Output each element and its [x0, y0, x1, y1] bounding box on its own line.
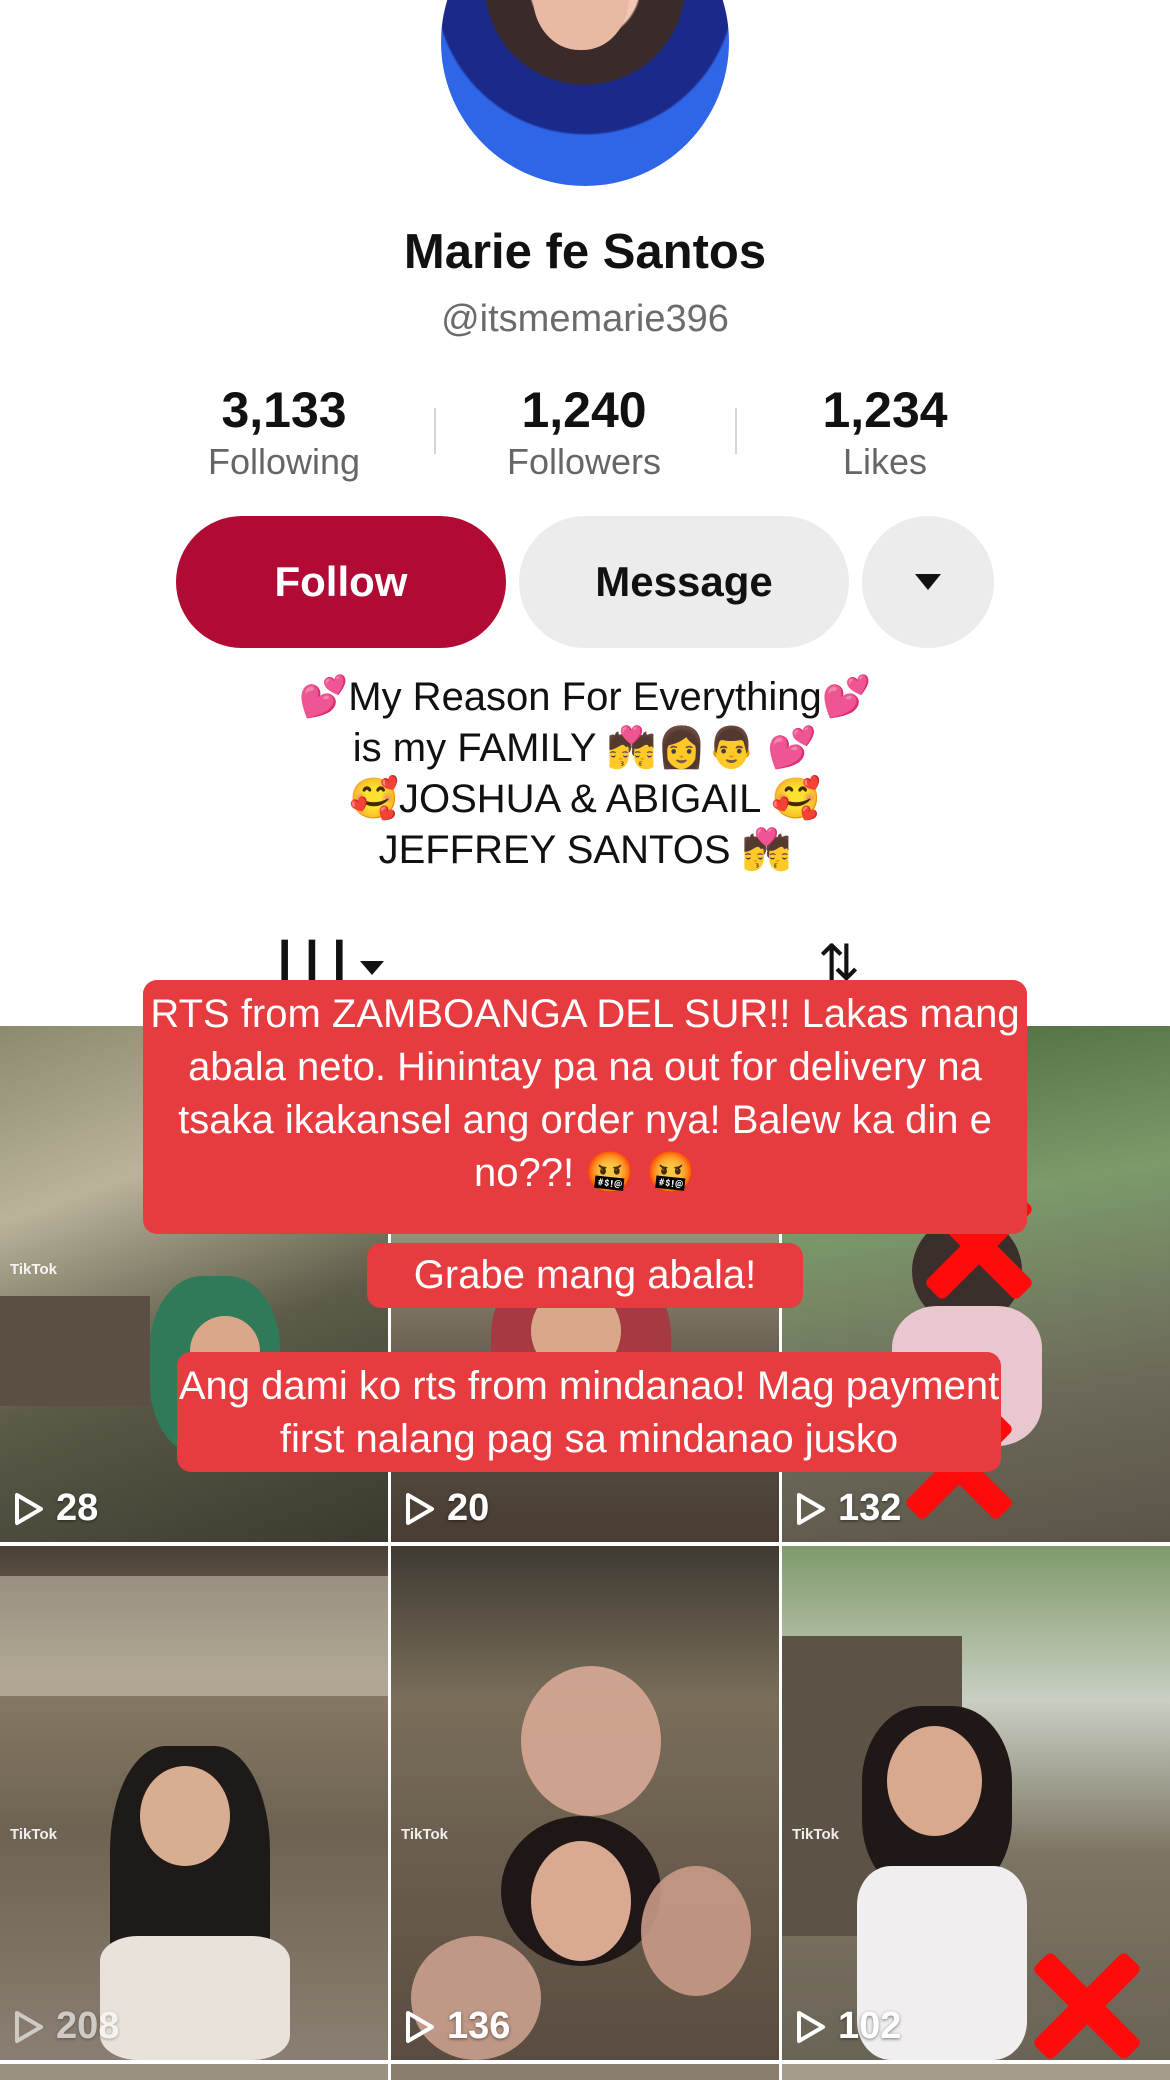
chevron-down-icon — [359, 960, 384, 975]
bio-line: 💕My Reason For Everything💕 — [298, 675, 872, 719]
profile-avatar[interactable] — [441, 0, 729, 186]
tiktok-watermark: TikTok — [792, 1826, 839, 1843]
overlay-caption: RTS from ZAMBOANGA DEL SUR!! Lakas mang … — [143, 980, 1027, 1234]
follow-button[interactable]: Follow — [176, 516, 506, 648]
tiktok-watermark: TikTok — [10, 1826, 57, 1843]
stat-followers[interactable]: 1,240 Followers — [474, 380, 694, 484]
play-icon — [797, 1492, 825, 1525]
profile-handle: @itsmemarie396 — [441, 298, 729, 340]
play-icon — [15, 1492, 43, 1525]
view-count: 102 — [796, 2005, 901, 2048]
view-count: 28 — [14, 1487, 98, 1530]
view-count-value: 20 — [447, 1487, 490, 1529]
stat-likes-value: 1,234 — [822, 382, 948, 438]
avatar-face — [533, 0, 629, 50]
view-count: 208 — [14, 2005, 119, 2048]
bio-line: is my FAMILY 💏👩👨 💕 — [352, 726, 818, 770]
stat-divider — [735, 408, 737, 454]
view-count-value: 28 — [56, 1487, 99, 1529]
view-count-value: 208 — [56, 2005, 120, 2047]
overlay-caption: Grabe mang abala! — [367, 1243, 803, 1308]
stat-likes-label: Likes — [842, 441, 928, 482]
stat-following[interactable]: 3,133 Following — [174, 380, 394, 484]
video-thumbnail-partial — [0, 2064, 388, 2080]
stat-followers-label: Followers — [506, 441, 662, 482]
view-count-value: 136 — [447, 2005, 511, 2047]
stat-following-value: 3,133 — [221, 382, 347, 438]
tiktok-watermark: TikTok — [401, 1826, 448, 1843]
bio-line: JEFFREY SANTOS 💏 — [378, 828, 792, 872]
tiktok-watermark: TikTok — [10, 1261, 57, 1278]
view-count: 136 — [405, 2005, 510, 2048]
view-count: 20 — [405, 1487, 489, 1530]
stat-following-label: Following — [207, 441, 361, 482]
profile-name: Marie fe Santos — [403, 225, 767, 279]
x-mark-icon — [1027, 1946, 1147, 2060]
video-thumbnail[interactable]: TikTok 136 — [391, 1546, 779, 2060]
play-icon — [406, 1492, 434, 1525]
overlay-caption: Ang dami ko rts from mindanao! Mag payme… — [177, 1352, 1001, 1472]
message-button[interactable]: Message — [519, 516, 849, 648]
stat-likes[interactable]: 1,234 Likes — [775, 380, 995, 484]
chevron-down-icon — [915, 574, 941, 590]
view-count: 132 — [796, 1487, 901, 1530]
view-count-value: 132 — [838, 1487, 902, 1529]
video-thumbnail[interactable]: TikTok 208 — [0, 1546, 388, 2060]
video-thumbnail-partial — [391, 2064, 779, 2080]
view-count-value: 102 — [838, 2005, 902, 2047]
play-icon — [406, 2010, 434, 2043]
stat-followers-value: 1,240 — [521, 382, 647, 438]
video-thumbnail[interactable]: TikTok 102 — [782, 1546, 1170, 2060]
bio-line: 🥰JOSHUA & ABIGAIL 🥰 — [349, 777, 821, 821]
profile-bio: 💕My Reason For Everything💕 is my FAMILY … — [0, 672, 1170, 876]
stat-divider — [434, 408, 436, 454]
play-icon — [15, 2010, 43, 2043]
video-thumbnail-partial — [782, 2064, 1170, 2080]
more-options-button[interactable] — [862, 516, 994, 648]
play-icon — [797, 2010, 825, 2043]
